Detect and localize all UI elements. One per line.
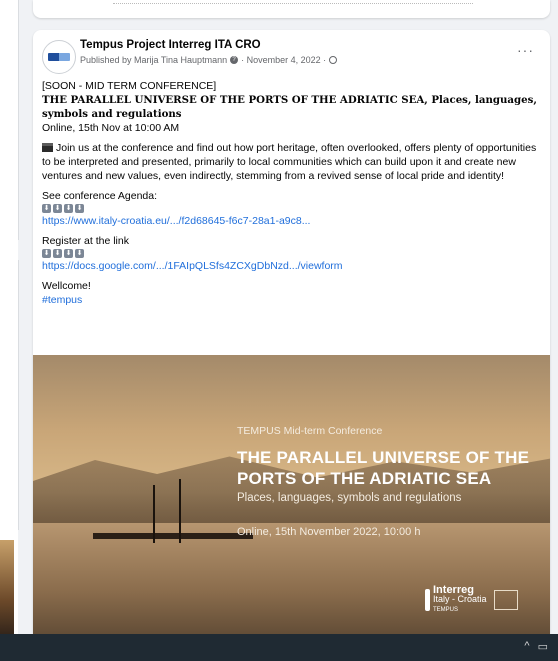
down-arrow-icon: ⬇ xyxy=(53,249,62,258)
register-link[interactable]: https://docs.google.com/.../1FAIpQLSfs4Z… xyxy=(42,259,542,273)
published-by[interactable]: Published by Marija Tina Hauptmann xyxy=(80,55,227,65)
chevron-up-icon[interactable]: ^ xyxy=(524,640,529,653)
down-arrows-register: ⬇ ⬇ ⬇ ⬇ xyxy=(42,249,542,258)
down-arrow-icon: ⬇ xyxy=(75,204,84,213)
previous-post-text-fragment xyxy=(113,3,473,7)
post-meta: Published by Marija Tina Hauptmann ? · N… xyxy=(80,55,338,65)
banner-subtitle: TEMPUS Mid-term Conference xyxy=(237,425,383,437)
banner-title: THE PARALLEL UNIVERSE OF THE PORTS OF TH… xyxy=(237,448,530,488)
agenda-label: See conference Agenda: xyxy=(42,190,158,202)
facebook-post: Tempus Project Interreg ITA CRO Publishe… xyxy=(33,30,550,661)
logo-sub: Italy - Croatia xyxy=(433,593,487,604)
left-sidebar-fragment xyxy=(0,0,19,661)
down-arrow-icon: ⬇ xyxy=(75,249,84,258)
crane-graphic xyxy=(179,479,181,543)
down-arrow-icon: ⬇ xyxy=(64,249,73,258)
taskbar: ^ ▭ xyxy=(0,634,558,661)
more-options-button[interactable]: ··· xyxy=(517,42,534,58)
system-tray: ^ ▭ xyxy=(524,640,548,653)
wellcome-text: Wellcome! xyxy=(42,280,91,292)
crane-graphic xyxy=(153,485,155,543)
page-avatar[interactable] xyxy=(42,40,76,74)
down-arrow-icon: ⬇ xyxy=(53,204,62,213)
clapperboard-icon xyxy=(42,143,53,152)
eu-flag-icon xyxy=(493,590,518,610)
pier-graphic xyxy=(93,533,253,539)
down-arrow-icon: ⬇ xyxy=(64,204,73,213)
agenda-link[interactable]: https://www.italy-croatia.eu/.../f2d6864… xyxy=(42,214,542,228)
down-arrow-icon: ⬇ xyxy=(42,249,51,258)
banner-places: Places, languages, symbols and regulatio… xyxy=(237,492,462,504)
page-name[interactable]: Tempus Project Interreg ITA CRO xyxy=(80,39,261,51)
globe-icon xyxy=(329,56,338,64)
post-body-text: Join us at the conference and find out h… xyxy=(42,142,537,182)
down-arrow-icon: ⬇ xyxy=(42,204,51,213)
post-line-title: THE PARALLEL UNIVERSE OF THE PORTS OF TH… xyxy=(42,94,537,120)
previous-post-card-bottom xyxy=(33,0,550,18)
left-panel-upper xyxy=(0,0,19,240)
left-panel-lower xyxy=(0,260,19,530)
post-image[interactable]: TEMPUS Mid-term Conference THE PARALLEL … xyxy=(33,355,550,661)
post-text: [SOON - MID TERM CONFERENCE] THE PARALLE… xyxy=(42,79,542,307)
page-logo-icon xyxy=(48,53,70,61)
notifications-icon[interactable]: ▭ xyxy=(538,640,548,653)
post-line-soon: [SOON - MID TERM CONFERENCE] xyxy=(42,80,217,92)
down-arrows-agenda: ⬇ ⬇ ⬇ ⬇ xyxy=(42,204,542,213)
interreg-wordmark: Interreg Italy - Croatia TEMPUS xyxy=(433,584,487,615)
left-photo-fragment xyxy=(0,540,14,640)
register-label: Register at the link xyxy=(42,235,129,247)
interreg-mark-icon xyxy=(425,589,430,611)
hashtag-link[interactable]: #tempus xyxy=(42,293,542,307)
interreg-logo: Interreg Italy - Croatia TEMPUS xyxy=(425,584,519,615)
logo-project: TEMPUS xyxy=(433,606,459,613)
post-date[interactable]: · November 4, 2022 · xyxy=(241,55,326,65)
banner-date: Online, 15th November 2022, 10:00 h xyxy=(237,526,421,538)
post-body: Join us at the conference and find out h… xyxy=(42,141,542,183)
post-line-online: Online, 15th Nov at 10:00 AM xyxy=(42,122,180,134)
info-icon: ? xyxy=(230,56,239,64)
